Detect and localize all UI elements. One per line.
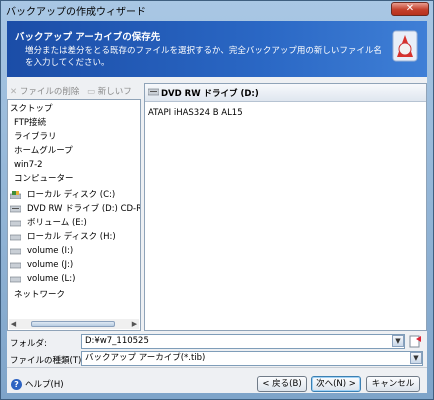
scrollbar-thumb[interactable] [31,321,115,327]
help-label: ヘルプ(H) [25,380,64,390]
tree-item-ftp[interactable]: FTP接続 [14,116,46,130]
tree-item-label: ネットワーク [14,290,66,300]
tree-item-desktop[interactable]: スクトップ [10,102,53,116]
tree-item-label: ローカル ディスク (C:) [27,190,116,200]
tree-item-label: volume (J:) [27,260,74,270]
cancel-button[interactable]: キャンセル [366,376,420,392]
drive-icon [10,248,21,255]
close-button[interactable]: ✕ [391,2,429,16]
tree-item-label: スクトップ [10,104,53,114]
tree-item-label: ライブラリ [14,132,57,142]
window-title: バックアップの作成ウィザード [6,7,146,18]
scroll-left-icon[interactable]: ◀ [9,319,18,329]
new-folder-label: 新しいフ [97,87,132,97]
tree-item-win7-2[interactable]: win7-2 [14,158,43,172]
browse-folder-icon[interactable] [409,335,422,348]
filetype-label: ファイルの種類(T): [10,356,85,366]
folder-row: フォルダ: D:¥w7_110525 ▼ [7,334,427,350]
folder-tree[interactable]: スクトップ FTP接続 ライブラリ ホームグループ win7-2 コンピューター… [7,99,141,331]
delete-file-button[interactable]: ✕ ファイルの削除 [10,85,79,97]
wizard-header: バックアップ アーカイブの保存先 増分または差分をとる既存のファイルを選択するか… [7,21,427,77]
page-title: バックアップ アーカイブの保存先 [15,32,161,43]
help-button[interactable]: ? ヘルプ(H) [11,378,64,390]
delete-icon: ✕ [10,87,18,97]
tree-item-label: コンピューター [14,174,74,184]
delete-file-label: ファイルの削除 [19,87,80,97]
folder-label: フォルダ: [10,339,47,349]
next-button[interactable]: 次へ(N) > [311,376,361,392]
tree-item-label: ホームグループ [14,146,73,156]
filetype-select[interactable]: バックアップ アーカイブ(*.tib) [81,351,423,366]
tree-item-label: FTP接続 [14,118,47,128]
new-folder-button[interactable]: ▭ 新しいフ [87,85,132,97]
scroll-right-icon[interactable]: ▶ [130,319,139,329]
tree-item-label: volume (L:) [27,274,76,284]
back-button[interactable]: < 戻る(B) [257,376,307,392]
details-header: DVD RW ドライブ (D:) [145,84,426,102]
details-title: DVD RW ドライブ (D:) [161,89,259,99]
drive-icon [10,276,21,283]
drive-icon [10,262,21,269]
tree-item-computer[interactable]: コンピューター [14,172,74,186]
tree-item-network[interactable]: ネットワーク [14,288,65,302]
wizard-window: バックアップの作成ウィザード ✕ バックアップ アーカイブの保存先 増分または差… [0,0,434,400]
tree-item-label: volume (I:) [27,246,74,256]
filetype-dropdown-button[interactable]: ▼ [410,352,422,364]
tree-item-homegroup[interactable]: ホームグループ [14,144,73,158]
tree-item-label: ローカル ディスク (H:) [27,232,116,242]
backup-logo-icon [392,30,418,62]
page-description: 増分または差分をとる既存のファイルを選択するか、完全バックアップ用の新しいファイ… [25,46,382,68]
drive-icon [10,234,21,241]
tree-item-label: ボリューム (E:) [27,218,87,228]
footer-divider [7,367,427,368]
tree-item-library[interactable]: ライブラリ [14,130,57,144]
tree-item-label: DVD RW ドライブ (D:) CD-RW [27,204,141,214]
drive-icon [10,220,21,227]
new-folder-icon: ▭ [87,87,96,97]
tree-item-label: win7-2 [14,160,43,170]
drive-info: ATAPI iHAS324 B AL15 [148,108,243,118]
filetype-row: ファイルの種類(T): バックアップ アーカイブ(*.tib) ▼ [7,351,427,367]
help-icon: ? [11,379,22,390]
title-bar: バックアップの作成ウィザード ✕ [1,1,433,18]
dvd-drive-icon [148,88,159,96]
wizard-body: バックアップ アーカイブの保存先 増分または差分をとる既存のファイルを選択するか… [7,21,427,393]
file-toolbar: ✕ ファイルの削除 ▭ 新しいフ [7,83,141,97]
folder-dropdown-button[interactable]: ▼ [392,335,404,347]
drive-details-pane: DVD RW ドライブ (D:) ATAPI iHAS324 B AL15 [144,83,427,331]
system-drive-icon [10,191,21,199]
dvd-drive-icon [10,205,21,213]
folder-input[interactable]: D:¥w7_110525 [81,334,405,349]
tree-horizontal-scrollbar[interactable]: ◀ ▶ [9,319,139,329]
